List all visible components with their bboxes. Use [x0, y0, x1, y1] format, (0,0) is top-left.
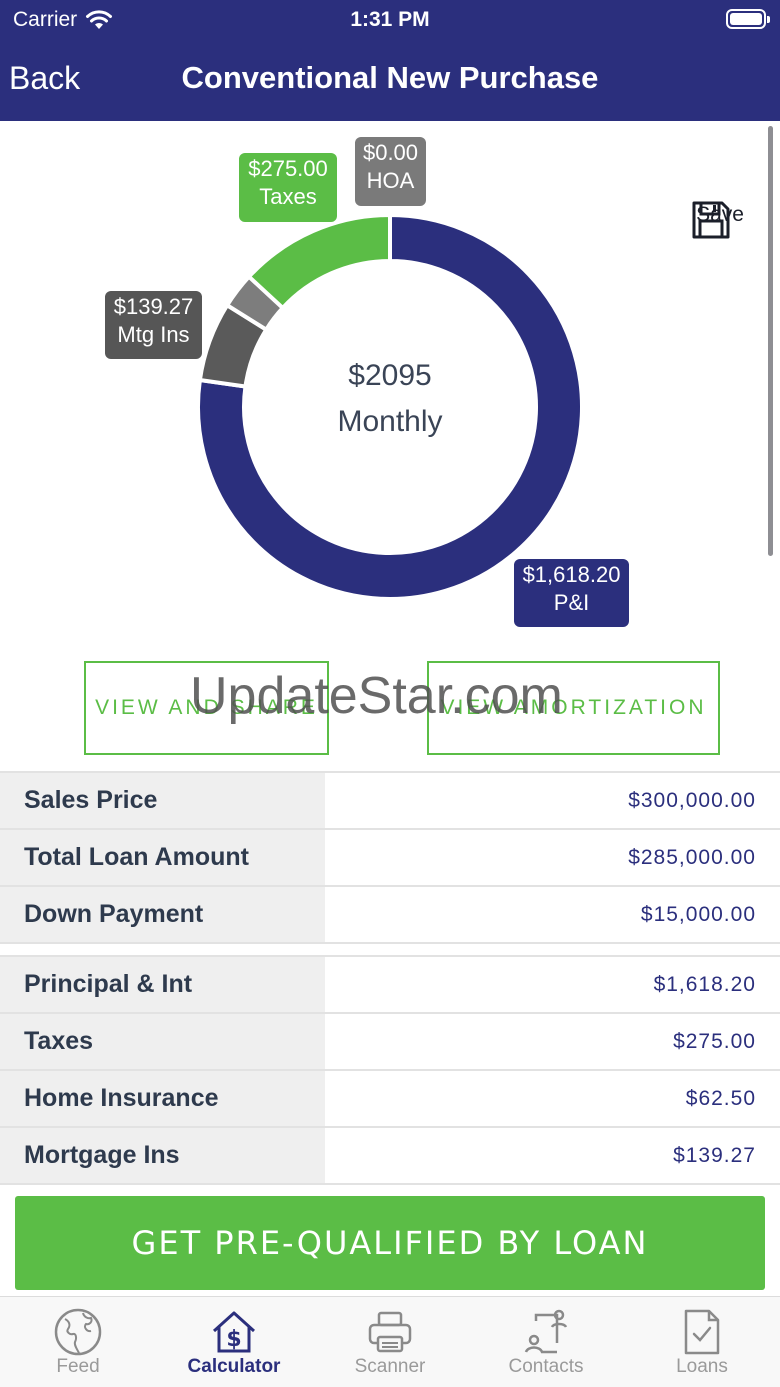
loan-summary-table: Sales Price $300,000.00 Total Loan Amoun… [0, 771, 780, 944]
navigation-bar: Carrier 1:31 PM Back Conventional New Pu… [0, 0, 780, 121]
house-dollar-icon: $ [212, 1311, 256, 1353]
row-value: $1,618.20 [653, 972, 756, 996]
contacts-icon [524, 1309, 568, 1354]
tab-contacts[interactable]: Contacts [468, 1297, 624, 1387]
floppy-disk-icon [692, 201, 730, 239]
donut-slice-taxes [246, 212, 392, 311]
scrollbar[interactable] [768, 126, 773, 556]
pi-tag-label: P&I [553, 590, 590, 615]
get-pre-qualified-button[interactable]: GET PRE-QUALIFIED BY LOAN [15, 1196, 765, 1290]
table-row: Home Insurance $62.50 [0, 1071, 780, 1128]
row-label: Taxes [0, 1014, 325, 1069]
tab-label: Contacts [508, 1356, 584, 1377]
row-label: Total Loan Amount [0, 830, 325, 885]
view-and-share-button[interactable]: VIEW AND SHARE [84, 661, 329, 755]
svg-text:$: $ [226, 1327, 241, 1352]
mtg-ins-tag: $139.27 Mtg Ins [105, 291, 202, 359]
tab-calculator[interactable]: $ Calculator [156, 1297, 312, 1387]
tab-label: Feed [56, 1356, 100, 1377]
tab-scanner[interactable]: Scanner [312, 1297, 468, 1387]
status-bar: Carrier 1:31 PM [0, 6, 780, 36]
row-value[interactable]: $15,000.00 [325, 887, 780, 942]
pi-tag-amount: $1,618.20 [522, 562, 621, 587]
taxes-tag-label: Taxes [259, 184, 317, 209]
row-label: Down Payment [0, 887, 325, 942]
hoa-tag-amount: $0.00 [362, 140, 419, 165]
row-label: Principal & Int [0, 957, 325, 1012]
pi-tag: $1,618.20 P&I [514, 559, 629, 627]
table-row: Down Payment $15,000.00 [0, 887, 780, 944]
hoa-tag-label: HOA [366, 168, 415, 193]
tab-label: Scanner [354, 1356, 426, 1377]
table-row: Mortgage Ins $139.27 [0, 1128, 780, 1185]
row-label: Mortgage Ins [0, 1128, 325, 1183]
monthly-total: $2095 [348, 359, 432, 392]
table-row: Taxes $275.00 [0, 1014, 780, 1071]
row-value[interactable]: $275.00 [325, 1014, 780, 1069]
tab-bar: Feed $ Calculator Scanner Contacts Loans [0, 1296, 780, 1387]
row-label: Sales Price [0, 773, 325, 828]
tab-feed[interactable]: Feed [0, 1297, 156, 1387]
monthly-label: Monthly [337, 405, 443, 438]
mtg-ins-tag-label: Mtg Ins [117, 322, 190, 347]
payment-donut-chart: $2095 Monthly $275.00 Taxes $0.00 HOA $1… [0, 121, 780, 651]
view-amortization-button[interactable]: VIEW AMORTIZATION [427, 661, 720, 755]
tab-label: Loans [676, 1356, 728, 1377]
row-value[interactable]: $300,000.00 [325, 773, 780, 828]
document-check-icon [684, 1309, 720, 1355]
taxes-tag: $275.00 Taxes [239, 153, 337, 222]
globe-icon [54, 1308, 102, 1356]
tab-label: Calculator [187, 1356, 281, 1377]
printer-icon [368, 1311, 412, 1353]
row-value[interactable]: $62.50 [325, 1071, 780, 1126]
table-row: Total Loan Amount $285,000.00 [0, 830, 780, 887]
table-row: Principal & Int $1,618.20 [0, 957, 780, 1014]
row-label: Home Insurance [0, 1071, 325, 1126]
row-value[interactable]: $139.27 [325, 1128, 780, 1183]
payment-breakdown-table: Principal & Int $1,618.20 Taxes $275.00 … [0, 955, 780, 1185]
page-title: Conventional New Purchase [181, 60, 599, 95]
taxes-tag-amount: $275.00 [248, 156, 328, 181]
table-row: Sales Price $300,000.00 [0, 773, 780, 830]
mtg-ins-tag-amount: $139.27 [113, 294, 194, 319]
tab-loans[interactable]: Loans [624, 1297, 780, 1387]
clock: 1:31 PM [350, 8, 430, 31]
battery-icon [726, 9, 770, 29]
hoa-tag: $0.00 HOA [355, 137, 426, 206]
save-button[interactable]: Save [690, 199, 750, 239]
row-value[interactable]: $285,000.00 [325, 830, 780, 885]
